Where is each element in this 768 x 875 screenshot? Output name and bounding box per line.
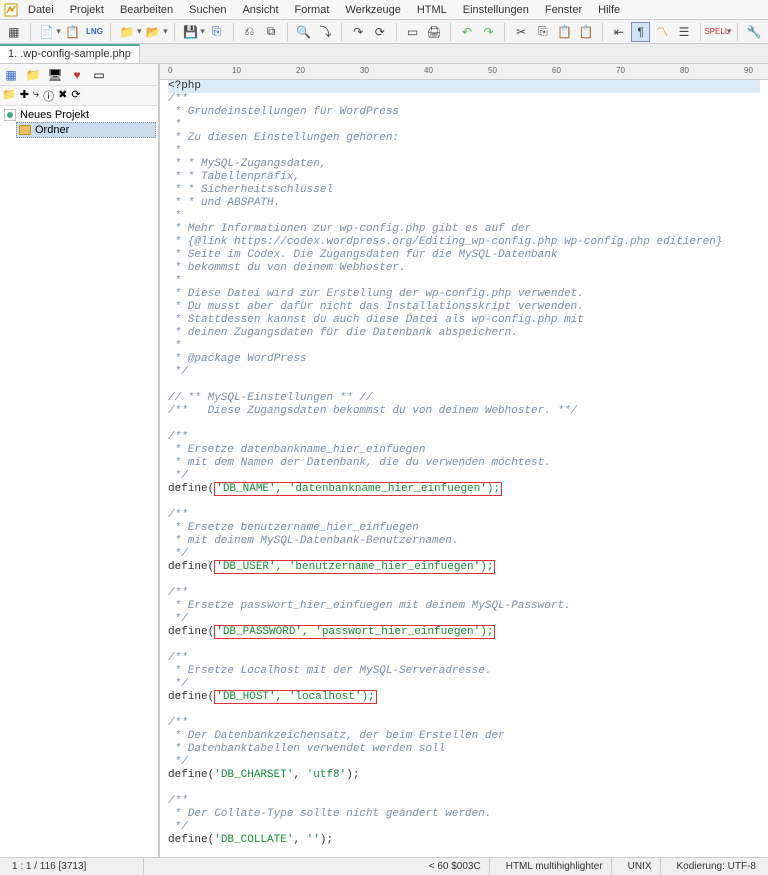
status-position: 1 : 1 / 116 [3713] — [4, 858, 144, 875]
project-tree: Neues Projekt Ordner — [0, 106, 158, 140]
toggle-panel-icon[interactable]: ▦ — [4, 22, 24, 42]
sidebar-file-toolbar: 📁 ✚ ⤷ ⓘ ✖ ⟳ — [0, 86, 158, 106]
panel-monitor-icon[interactable]: 🖥 — [46, 66, 64, 84]
ruler-mark: 10 — [232, 66, 241, 75]
code-editor[interactable]: <?php/** * Grundeinstellungen für WordPr… — [160, 80, 768, 857]
jump-to-icon[interactable]: ↷ — [348, 22, 368, 42]
ruler-mark: 30 — [360, 66, 369, 75]
menu-html[interactable]: HTML — [411, 3, 453, 17]
paste-icon[interactable]: 📋 — [555, 22, 575, 42]
wrap-icon[interactable]: ¶ — [631, 22, 651, 42]
save-icon[interactable]: 💾 — [181, 22, 201, 42]
tree-folder-ordner[interactable]: Ordner — [16, 122, 156, 138]
ruler: 0 10 20 30 40 50 60 70 80 90 — [160, 64, 768, 80]
app-icon — [4, 3, 18, 17]
panel-files-icon[interactable]: ▦ — [2, 66, 20, 84]
search-icon[interactable]: 🔍 — [294, 22, 314, 42]
status-mode[interactable]: HTML multihighlighter — [498, 858, 612, 875]
ruler-mark: 80 — [680, 66, 689, 75]
search-next-icon[interactable]: ⤵ — [316, 22, 336, 42]
tree-folder-label: Ordner — [35, 124, 69, 136]
ruler-mark: 50 — [488, 66, 497, 75]
marker-icon[interactable]: 〽 — [652, 22, 672, 42]
lang-icon[interactable]: LNG — [85, 22, 105, 42]
settings-icon[interactable]: 🔧 — [744, 22, 764, 42]
new-file-icon[interactable]: 📄 — [37, 22, 57, 42]
menu-bar: Datei Projekt Bearbeiten Suchen Ansicht … — [0, 0, 768, 20]
sidebar: ▦ 📁 🖥 ♥ ▭ 📁 ✚ ⤷ ⓘ ✖ ⟳ Neues Projekt Ordn… — [0, 64, 160, 857]
reload-icon[interactable]: ⟳ — [71, 88, 80, 103]
menu-projekt[interactable]: Projekt — [64, 3, 110, 17]
menu-suchen[interactable]: Suchen — [183, 3, 232, 17]
panel-folder-icon[interactable]: 📁 — [24, 66, 42, 84]
menu-hilfe[interactable]: Hilfe — [592, 3, 626, 17]
menu-ansicht[interactable]: Ansicht — [236, 3, 284, 17]
ruler-mark: 60 — [552, 66, 561, 75]
main-toolbar: ▦ 📄▾ 📋 LNG 📁▾ 📂▾ 💾▾ ⎘ ⎌ ⧉ 🔍 ⤵ ↷ ⟳ ▭ 🖨 ↶ … — [0, 20, 768, 44]
main-area: ▦ 📁 🖥 ♥ ▭ 📁 ✚ ⤷ ⓘ ✖ ⟳ Neues Projekt Ordn… — [0, 64, 768, 857]
paste-special-icon[interactable]: 📋 — [576, 22, 596, 42]
ruler-mark: 90 — [744, 66, 753, 75]
panel-favorite-icon[interactable]: ♥ — [68, 66, 86, 84]
sidebar-panel-tabs: ▦ 📁 🖥 ♥ ▭ — [0, 64, 158, 86]
status-column: < 60 $003C — [421, 858, 490, 875]
ruler-mark: 70 — [616, 66, 625, 75]
new-subitem-icon[interactable]: ⤷ — [33, 88, 39, 103]
highlight-db-name: 'DB_NAME', 'datenbankname_hier_einfuegen… — [214, 482, 502, 496]
status-bar: 1 : 1 / 116 [3713] < 60 $003C HTML multi… — [0, 857, 768, 875]
copy-icon[interactable]: ⎘ — [533, 22, 553, 42]
cut-icon[interactable]: ✂ — [511, 22, 531, 42]
delete-icon[interactable]: ✖ — [58, 88, 67, 103]
info-icon[interactable]: ⓘ — [43, 88, 54, 103]
highlight-db-host: 'DB_HOST', 'localhost'); — [214, 690, 376, 704]
status-os: UNIX — [620, 858, 661, 875]
ruler-mark: 0 — [168, 66, 172, 75]
favorites-icon[interactable]: ⧉ — [261, 22, 281, 42]
menu-werkzeuge[interactable]: Werkzeuge — [339, 3, 406, 17]
panel-window-icon[interactable]: ▭ — [90, 66, 108, 84]
open-recent-icon[interactable]: 📂 — [143, 22, 163, 42]
status-encoding[interactable]: Kodierung: UTF-8 — [669, 858, 764, 875]
highlight-db-user: 'DB_USER', 'benutzername_hier_einfuegen'… — [214, 560, 495, 574]
tree-root-label: Neues Projekt — [20, 109, 89, 121]
indent-left-icon[interactable]: ⇤ — [609, 22, 629, 42]
spellcheck-icon[interactable]: SPELL — [707, 22, 727, 42]
editor-wrap: 0 10 20 30 40 50 60 70 80 90 <?php/** * … — [160, 64, 768, 857]
print-icon[interactable]: 🖨 — [424, 22, 444, 42]
project-icon — [4, 109, 16, 121]
template-icon[interactable]: ⎌ — [240, 22, 260, 42]
list-icon[interactable]: ☰ — [674, 22, 694, 42]
menu-format[interactable]: Format — [289, 3, 336, 17]
folder-icon[interactable]: 📁 — [117, 22, 137, 42]
tab-bar: 1. .wp-config-sample.php — [0, 44, 768, 64]
copy-file-icon[interactable]: 📋 — [63, 22, 83, 42]
toggle-view-icon[interactable]: ▭ — [403, 22, 423, 42]
save-all-icon[interactable]: ⎘ — [207, 22, 227, 42]
redo-icon[interactable]: ↷ — [479, 22, 499, 42]
menu-datei[interactable]: Datei — [22, 3, 60, 17]
ruler-mark: 20 — [296, 66, 305, 75]
refresh-icon[interactable]: ⟳ — [370, 22, 390, 42]
new-folder-icon[interactable]: 📁 — [2, 88, 16, 103]
ruler-mark: 40 — [424, 66, 433, 75]
folder-icon — [19, 125, 31, 135]
new-item-icon[interactable]: ✚ — [20, 88, 29, 103]
menu-fenster[interactable]: Fenster — [539, 3, 588, 17]
menu-bearbeiten[interactable]: Bearbeiten — [114, 3, 179, 17]
highlight-db-password: 'DB_PASSWORD', 'passwort_hier_einfuegen'… — [214, 625, 495, 639]
undo-icon[interactable]: ↶ — [457, 22, 477, 42]
tab-wp-config[interactable]: 1. .wp-config-sample.php — [0, 44, 140, 63]
tree-root-project[interactable]: Neues Projekt — [2, 108, 156, 122]
tab-label: 1. .wp-config-sample.php — [8, 48, 131, 60]
menu-einstellungen[interactable]: Einstellungen — [457, 3, 535, 17]
